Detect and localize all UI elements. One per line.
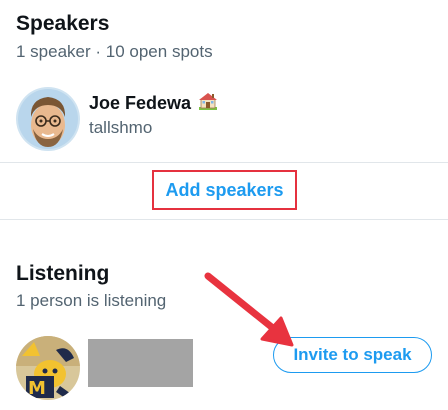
speaker-name[interactable]: Joe Fedewa <box>89 91 219 116</box>
invite-to-speak-button[interactable]: Invite to speak <box>273 337 432 373</box>
listening-heading: Listening <box>16 262 110 285</box>
listening-count: 1 person is listening <box>16 291 167 310</box>
svg-text:M: M <box>28 378 46 399</box>
divider <box>0 219 448 220</box>
speaker-avatar[interactable] <box>16 87 80 151</box>
redacted-listener-name <box>88 339 193 387</box>
divider <box>0 162 448 163</box>
speaker-handle: tallshmo <box>89 118 153 137</box>
add-speakers-button[interactable]: Add speakers <box>152 170 297 210</box>
speaker-name-text: Joe Fedewa <box>89 93 192 113</box>
speakers-heading: Speakers <box>16 12 110 35</box>
speakers-count: 1 speaker · 10 open spots <box>16 42 213 61</box>
listener-avatar[interactable]: M <box>16 336 80 400</box>
house-icon <box>197 91 219 116</box>
